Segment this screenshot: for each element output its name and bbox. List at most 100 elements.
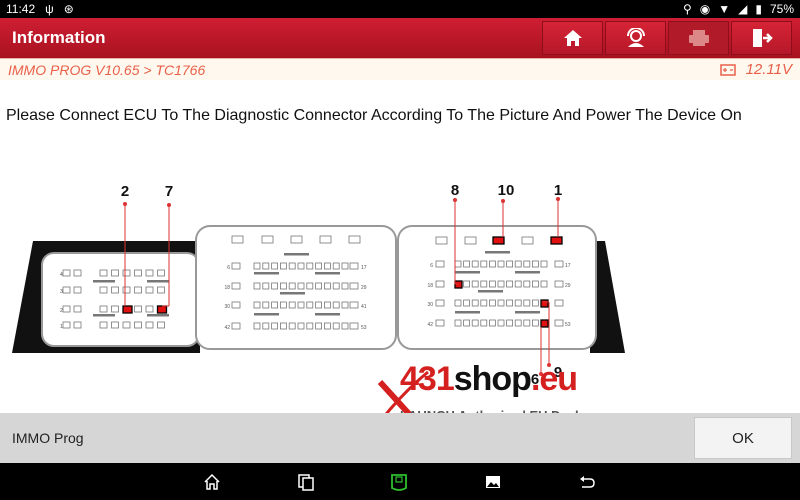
pin-key-bar bbox=[93, 314, 115, 317]
pin-key-bar bbox=[315, 272, 340, 275]
pin bbox=[279, 301, 287, 309]
print-button[interactable] bbox=[668, 21, 729, 55]
pin bbox=[332, 322, 340, 330]
pin bbox=[323, 262, 331, 270]
breadcrumb: IMMO PROG V10.65 > TC1766 bbox=[8, 61, 206, 78]
pin bbox=[271, 322, 279, 330]
printer-icon bbox=[688, 30, 709, 46]
pin bbox=[463, 260, 471, 268]
pin bbox=[506, 280, 514, 288]
pin-6 bbox=[540, 319, 549, 328]
pin bbox=[554, 280, 564, 288]
pin bbox=[521, 236, 534, 245]
pin bbox=[435, 260, 445, 268]
clock: 11:42 bbox=[6, 2, 36, 16]
instruction-text: Please Connect ECU To The Diagnostic Con… bbox=[6, 107, 742, 124]
status-bar: 11:42 ψ ⊛ ⚲ ◉ ▼ ◢ ▮ 75% bbox=[0, 0, 800, 18]
pin bbox=[271, 262, 279, 270]
support-agent-icon bbox=[626, 28, 645, 47]
exit-icon bbox=[752, 29, 773, 47]
pin-10 bbox=[492, 236, 505, 245]
pin bbox=[514, 319, 522, 327]
pin bbox=[62, 305, 71, 313]
pin bbox=[279, 322, 287, 330]
row-number: 42 bbox=[224, 325, 230, 331]
pin bbox=[315, 322, 323, 330]
pin bbox=[532, 319, 539, 327]
pin bbox=[348, 235, 361, 244]
pin bbox=[532, 299, 539, 307]
pin bbox=[315, 301, 323, 309]
pin bbox=[341, 301, 349, 309]
pin bbox=[349, 282, 359, 290]
home-button[interactable] bbox=[542, 21, 603, 55]
pin bbox=[271, 301, 279, 309]
pin-key-bar bbox=[254, 313, 279, 316]
pin-key-bar bbox=[485, 251, 510, 254]
pin bbox=[532, 260, 539, 268]
pin bbox=[99, 286, 108, 294]
pin bbox=[261, 235, 274, 244]
pin bbox=[435, 280, 445, 288]
pin bbox=[497, 319, 505, 327]
gallery-icon bbox=[486, 476, 500, 488]
pin bbox=[271, 282, 279, 290]
row-number: 18 bbox=[427, 283, 433, 289]
pin bbox=[497, 260, 505, 268]
pin bbox=[288, 262, 296, 270]
signal-icon: ◢ bbox=[738, 2, 748, 16]
support-button[interactable] bbox=[605, 21, 666, 55]
exit-button[interactable] bbox=[731, 21, 792, 55]
row-number: 3 bbox=[60, 289, 63, 295]
pin bbox=[488, 280, 496, 288]
pin-key-bar bbox=[284, 253, 309, 256]
pin bbox=[341, 322, 349, 330]
brand-number: 431 bbox=[400, 360, 455, 398]
nav-vci-button[interactable] bbox=[388, 471, 410, 493]
pin bbox=[134, 269, 142, 277]
pin-7 bbox=[156, 305, 168, 314]
row-number: 30 bbox=[224, 304, 230, 310]
pin-key-bar bbox=[147, 314, 169, 317]
pin bbox=[463, 280, 471, 288]
pin-label-1: 1 bbox=[554, 182, 562, 199]
nav-home-button[interactable] bbox=[201, 471, 223, 493]
android-nav-bar bbox=[0, 463, 800, 500]
pin bbox=[288, 282, 296, 290]
pin-label-2: 2 bbox=[121, 183, 129, 200]
pin bbox=[253, 301, 261, 309]
brand-tld: .eu bbox=[530, 360, 578, 398]
pin bbox=[62, 286, 71, 294]
pin bbox=[145, 269, 154, 277]
pin bbox=[454, 260, 462, 268]
row-number: 1 bbox=[60, 324, 63, 330]
pin bbox=[315, 282, 323, 290]
nav-recents-button[interactable] bbox=[295, 471, 317, 493]
nav-back-button[interactable] bbox=[576, 471, 598, 493]
pin bbox=[111, 286, 119, 294]
nav-gallery-button[interactable] bbox=[482, 471, 504, 493]
pin-key-bar bbox=[515, 271, 540, 274]
pin bbox=[471, 319, 479, 327]
ok-button[interactable]: OK bbox=[694, 417, 792, 459]
pin bbox=[506, 319, 514, 327]
function-name: IMMO Prog bbox=[12, 430, 84, 446]
pin bbox=[480, 260, 488, 268]
pin bbox=[523, 260, 531, 268]
pin bbox=[262, 301, 270, 309]
pin bbox=[122, 286, 131, 294]
pin bbox=[111, 305, 119, 313]
pin bbox=[506, 299, 514, 307]
pin bbox=[349, 301, 359, 309]
battery-icon: ▮ bbox=[755, 2, 762, 16]
pin bbox=[297, 262, 305, 270]
pin bbox=[532, 280, 539, 288]
battery-percent: 75% bbox=[769, 2, 794, 16]
voltage-readout: 12.11V bbox=[745, 61, 792, 78]
pin bbox=[279, 262, 287, 270]
pin-label-8: 8 bbox=[451, 182, 459, 199]
row-number: 18 bbox=[224, 285, 230, 291]
pin-key-bar bbox=[280, 292, 305, 295]
pin bbox=[323, 301, 331, 309]
pin bbox=[306, 282, 314, 290]
